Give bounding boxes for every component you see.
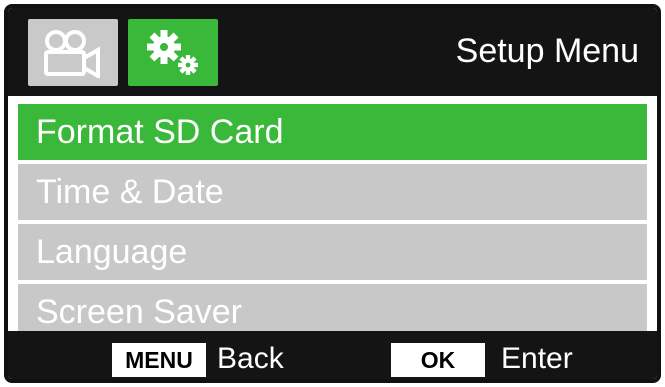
back-label: Back [217,342,284,375]
page-title: Setup Menu [455,32,639,70]
tab-setup[interactable] [128,19,218,86]
menu-item-time-date[interactable]: Time & Date [18,164,647,220]
screen-frame: Setup Menu Format SD Card Time & Date La… [4,4,661,383]
menu-item-format-sd-card[interactable]: Format SD Card [18,104,647,160]
gears-icon [147,29,198,75]
enter-label: Enter [501,342,573,375]
ok-key-badge[interactable]: OK [391,343,485,377]
footer-bar: MENU Back OK Enter [8,331,657,379]
dashcam-screen: Setup Menu Format SD Card Time & Date La… [0,0,665,387]
menu-item-language[interactable]: Language [18,224,647,280]
header-bar: Setup Menu [8,8,657,96]
tab-video[interactable] [28,19,118,86]
menu-key-badge[interactable]: MENU [112,343,206,377]
video-camera-icon [44,29,100,78]
